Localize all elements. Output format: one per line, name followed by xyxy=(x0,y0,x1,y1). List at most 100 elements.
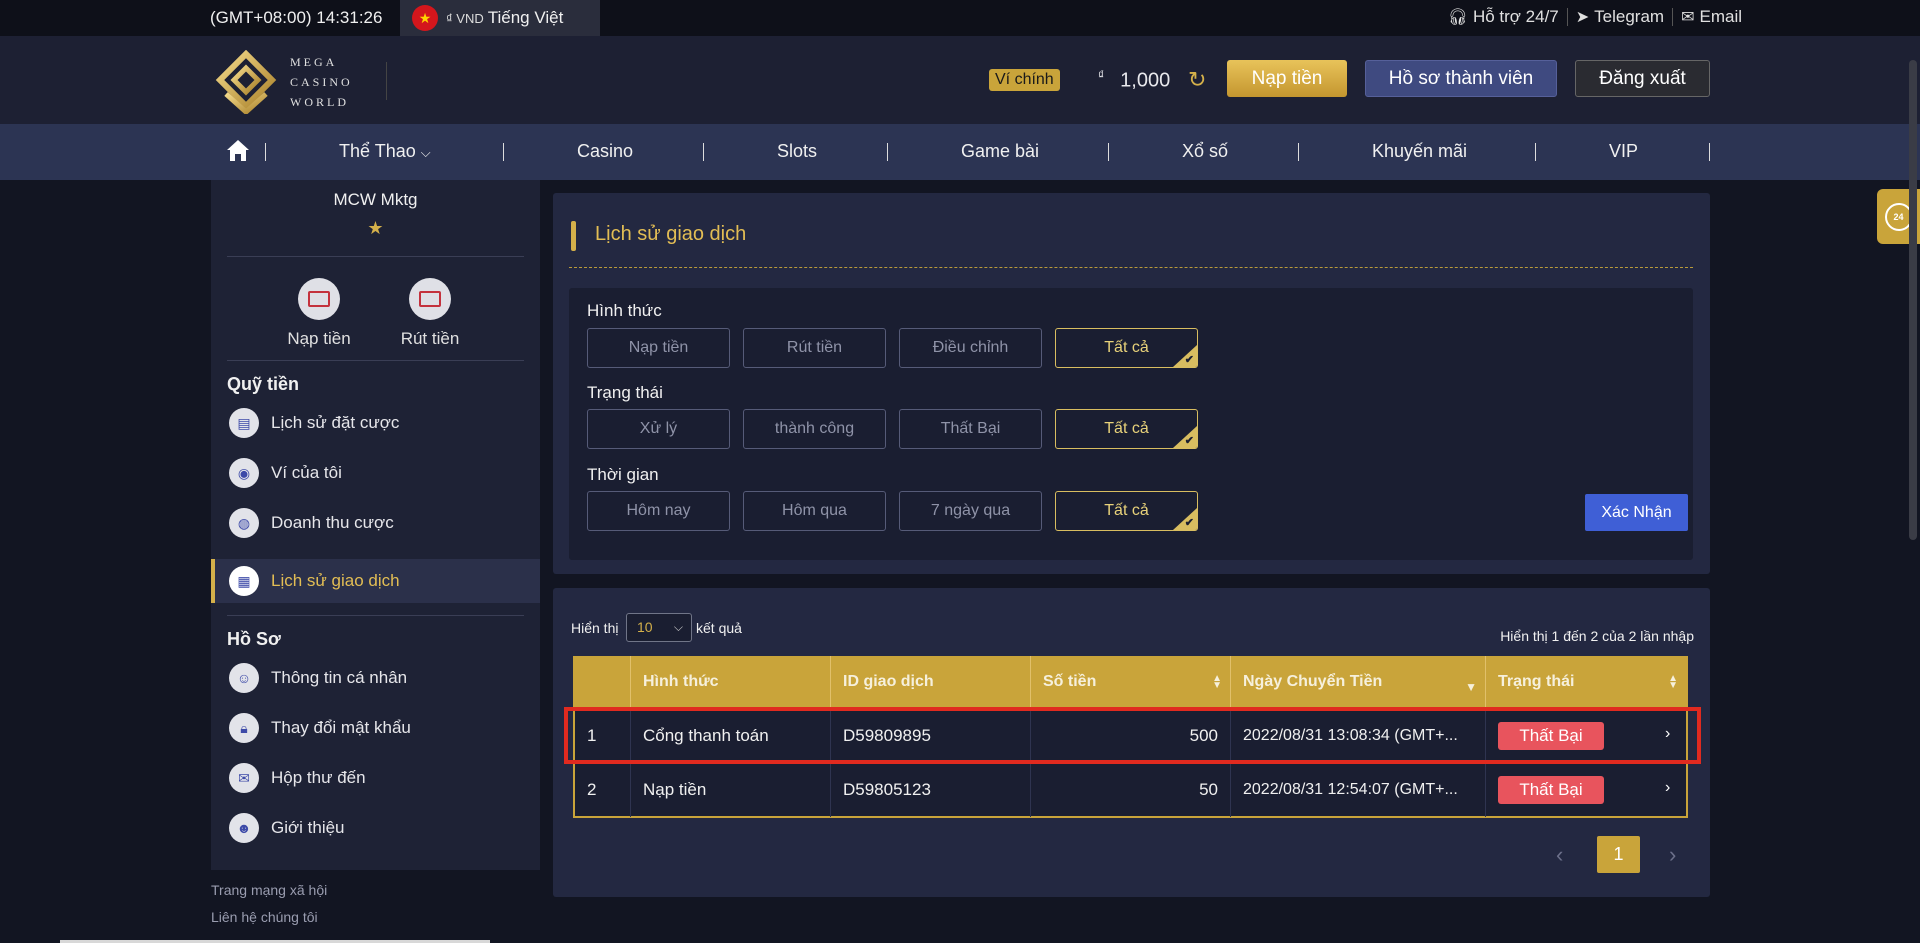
logo-line: CASINO xyxy=(290,75,353,89)
logo[interactable]: MEGA CASINO WORLD xyxy=(214,50,353,114)
filter-label: Tất cả xyxy=(1104,502,1149,519)
filter-status-processing[interactable]: Xử lý xyxy=(587,409,730,449)
column-header-type[interactable]: Hình thức xyxy=(631,656,831,708)
chevron-right-icon[interactable]: › xyxy=(1665,779,1670,797)
section-profile-title: Hồ Sơ xyxy=(227,629,281,649)
scrollbar[interactable] xyxy=(1909,60,1917,540)
column-header-id[interactable]: ID giao dịch xyxy=(831,656,1031,708)
time-label: Thời gian xyxy=(587,465,659,484)
currency-symbol: ₫ xyxy=(1098,68,1105,82)
results-label: kết quả xyxy=(696,620,742,636)
nav-item-slots[interactable]: Slots xyxy=(777,141,817,162)
withdraw-card-icon xyxy=(409,278,451,320)
filter-type-adjust[interactable]: Điều chỉnh xyxy=(899,328,1042,368)
row-date: 2022/08/31 12:54:07 (GMT+... xyxy=(1231,763,1486,817)
quick-withdraw[interactable]: Rút tiền xyxy=(390,278,470,349)
support-link[interactable]: 🎧︎ Hỗ trợ 24/7 xyxy=(1448,7,1559,27)
filter-time-7days[interactable]: 7 ngày qua xyxy=(899,491,1042,531)
sidebar-item-my-wallet[interactable]: ◉ Ví của tôi xyxy=(211,451,540,495)
pagination-next-icon[interactable]: › xyxy=(1669,842,1676,868)
nav-item-vip[interactable]: VIP xyxy=(1609,141,1638,162)
check-icon: ✔ xyxy=(1184,354,1194,366)
nav-item-sports[interactable]: Thể Thao ⌵ xyxy=(339,141,431,162)
nav-item-lottery[interactable]: Xổ số xyxy=(1182,141,1228,162)
sort-icon: ▲ ▼ xyxy=(1668,673,1678,691)
row-status: Thất Bại xyxy=(1486,709,1686,763)
page-size-value: 10 xyxy=(637,619,653,635)
column-label: Số tiền xyxy=(1043,673,1097,690)
filter-type-withdraw[interactable]: Rút tiền xyxy=(743,328,886,368)
telegram-label: Telegram xyxy=(1594,7,1665,26)
sidebar-item-inbox[interactable]: ✉ Hộp thư đến xyxy=(211,756,540,800)
social-link[interactable]: Trang mạng xã hội xyxy=(211,882,327,898)
refresh-icon[interactable]: ↻ xyxy=(1188,67,1206,93)
results-panel: Hiển thị 10 ⌵ kết quả Hiển thị 1 đến 2 củ… xyxy=(553,588,1710,897)
status-badge: Thất Bại xyxy=(1498,776,1604,804)
nav-divider xyxy=(1709,143,1710,161)
filter-time-today[interactable]: Hôm nay xyxy=(587,491,730,531)
filter-label: Tất cả xyxy=(1104,420,1149,437)
filter-time-yesterday[interactable]: Hôm qua xyxy=(743,491,886,531)
nav-item-casino[interactable]: Casino xyxy=(577,141,633,162)
filter-status-success[interactable]: thành công xyxy=(743,409,886,449)
sidebar-item-label: Lịch sử đặt cược xyxy=(271,413,400,432)
column-header-index xyxy=(575,656,631,708)
nav-item-card-games[interactable]: Game bài xyxy=(961,141,1039,162)
row-index: 1 xyxy=(575,709,631,763)
column-header-date[interactable]: Ngày Chuyển Tiền ▼ xyxy=(1231,656,1486,708)
sidebar-item-personal-info[interactable]: ☺ Thông tin cá nhân xyxy=(211,656,540,700)
column-header-status[interactable]: Trạng thái ▲ ▼ xyxy=(1486,656,1686,708)
sidebar-item-bet-history[interactable]: ▤ Lịch sử đặt cược xyxy=(211,401,540,445)
sort-desc-icon: ▼ xyxy=(1465,680,1477,694)
column-header-amount[interactable]: Số tiền ▲ ▼ xyxy=(1031,656,1231,708)
clock: (GMT+08:00) 14:31:26 xyxy=(210,8,383,27)
email-link[interactable]: ✉ Email xyxy=(1681,7,1742,27)
sidebar-item-referral[interactable]: ☻ Giới thiệu xyxy=(211,806,540,850)
filter-type-all[interactable]: Tất cả ✔ xyxy=(1055,328,1198,368)
chevron-right-icon[interactable]: › xyxy=(1665,725,1670,743)
sidebar-item-transaction-history[interactable]: ▦ Lịch sử giao dịch xyxy=(211,559,540,603)
page-size-select[interactable]: 10 ⌵ xyxy=(626,613,692,642)
pagination-prev-icon[interactable]: ‹ xyxy=(1556,842,1563,868)
nav-item-promotions[interactable]: Khuyến mãi xyxy=(1372,141,1467,162)
logo-line: WORLD xyxy=(290,95,349,109)
filter-label: Tất cả xyxy=(1104,339,1149,356)
check-icon: ✔ xyxy=(1184,435,1194,447)
contact-link[interactable]: Liên hệ chúng tôi xyxy=(211,909,318,925)
pagination-current-page[interactable]: 1 xyxy=(1597,836,1640,873)
status-label: Trạng thái xyxy=(587,383,663,402)
filter-type-deposit[interactable]: Nạp tiền xyxy=(587,328,730,368)
confirm-button[interactable]: Xác Nhận xyxy=(1585,494,1688,531)
table-info: Hiển thị 1 đến 2 của 2 lần nhập xyxy=(1500,628,1694,644)
quick-deposit[interactable]: Nạp tiền xyxy=(279,278,359,349)
quick-deposit-label: Nạp tiền xyxy=(287,329,351,348)
telegram-link[interactable]: ➤ Telegram xyxy=(1576,7,1664,27)
nav-divider xyxy=(1535,143,1536,161)
section-funds-title: Quỹ tiền xyxy=(227,374,300,394)
clipboard-icon: ▤ xyxy=(229,408,259,438)
sidebar-item-change-password[interactable]: 🔒︎ Thay đổi mật khẩu xyxy=(211,706,540,750)
deposit-button[interactable]: Nạp tiền xyxy=(1227,60,1347,97)
filter-box: Hình thức Nạp tiền Rút tiền Điều chỉnh T… xyxy=(569,288,1693,560)
row-status: Thất Bại xyxy=(1486,763,1686,817)
lock-icon: 🔒︎ xyxy=(229,713,259,743)
sidebar-item-turnover[interactable]: ◍ Doanh thu cược xyxy=(211,501,540,545)
language-name: Tiếng Việt xyxy=(487,8,564,27)
sidebar-item-label: Giới thiệu xyxy=(271,818,345,837)
top-links: 🎧︎ Hỗ trợ 24/7 ➤ Telegram ✉ Email xyxy=(1448,7,1742,27)
filter-status-all[interactable]: Tất cả ✔ xyxy=(1055,409,1198,449)
home-icon[interactable] xyxy=(224,136,252,164)
filter-time-all[interactable]: Tất cả ✔ xyxy=(1055,491,1198,531)
divider xyxy=(1672,8,1674,26)
profile-button[interactable]: Hồ sơ thành viên xyxy=(1365,60,1557,97)
filter-panel: Lịch sử giao dịch Hình thức Nạp tiền Rút… xyxy=(553,193,1710,574)
language-selector[interactable]: ★ ₫ VND Tiếng Việt xyxy=(400,0,600,36)
sidebar-item-label: Thay đổi mật khẩu xyxy=(271,718,411,737)
table-row[interactable]: 2 Nạp tiền D59805123 50 2022/08/31 12:54… xyxy=(575,762,1686,817)
table-row[interactable]: 1 Cổng thanh toán D59809895 500 2022/08/… xyxy=(575,708,1686,763)
balance: ₫ 1,000 xyxy=(1098,68,1170,93)
logout-button[interactable]: Đăng xuất xyxy=(1575,60,1710,97)
transactions-table: Hình thức ID giao dịch Số tiền ▲ ▼ Ngày Ch… xyxy=(573,656,1688,818)
filter-status-failed[interactable]: Thất Bại xyxy=(899,409,1042,449)
status-badge: Thất Bại xyxy=(1498,722,1604,750)
